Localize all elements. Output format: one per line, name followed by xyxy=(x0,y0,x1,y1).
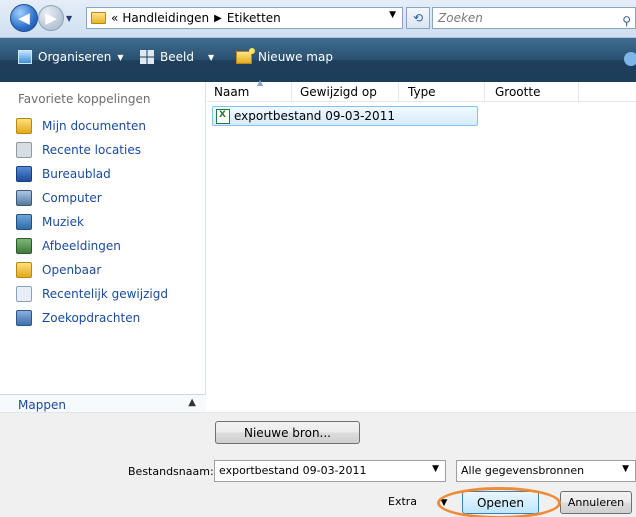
sort-ascending-icon: ▲ xyxy=(257,78,264,87)
column-separator[interactable] xyxy=(578,82,579,102)
filename-field[interactable]: exportbestand 09-03-2011 ▼ xyxy=(214,460,446,482)
sidebar-item-label: Computer xyxy=(42,191,102,205)
chevron-down-icon[interactable]: ▼ xyxy=(622,464,629,474)
music-icon xyxy=(16,214,32,230)
breadcrumb-current[interactable]: Etiketten xyxy=(227,11,281,25)
excel-file-icon xyxy=(216,108,230,124)
column-separator[interactable] xyxy=(484,82,485,102)
sidebar-item-label: Openbaar xyxy=(42,263,102,277)
new-folder-label: Nieuwe map xyxy=(258,50,333,64)
favorites-list: Mijn documenten Recente locaties Bureaub… xyxy=(16,114,168,330)
folders-toggle[interactable]: Mappen ▲ xyxy=(0,394,206,414)
folder-icon xyxy=(16,262,32,278)
refresh-icon: ⟲ xyxy=(412,11,424,25)
forward-arrow-icon: ▶ xyxy=(45,9,57,27)
search-icon[interactable]: ⚲ xyxy=(622,11,631,31)
cancel-button[interactable]: Annuleren xyxy=(560,491,632,514)
forward-button[interactable]: ▶ xyxy=(38,5,64,31)
column-separator[interactable] xyxy=(291,82,292,102)
sidebar-item-recentelijk-gewijzigd[interactable]: Recentelijk gewijzigd xyxy=(16,282,168,306)
help-icon[interactable] xyxy=(624,52,636,66)
new-folder-button[interactable]: Nieuwe map xyxy=(236,47,333,64)
folder-icon xyxy=(16,118,32,134)
sidebar-item-label: Afbeeldingen xyxy=(42,239,121,253)
back-button[interactable]: ◀ xyxy=(10,4,38,32)
recent-places-icon xyxy=(16,142,32,158)
sidebar-item-muziek[interactable]: Muziek xyxy=(16,210,168,234)
breadcrumb-parent[interactable]: Handleidingen xyxy=(122,11,209,25)
new-folder-icon xyxy=(236,47,255,64)
sidebar-item-label: Zoekopdrachten xyxy=(42,311,141,325)
chevron-down-icon: ▼ xyxy=(117,52,124,62)
new-source-button[interactable]: Nieuwe bron... xyxy=(215,421,360,444)
desktop-icon xyxy=(16,166,32,182)
navigation-pane: Favoriete koppelingen Mijn documenten Re… xyxy=(0,82,206,414)
extra-label: Extra xyxy=(388,495,418,508)
searches-icon xyxy=(16,310,32,326)
chevron-right-icon[interactable]: ▶ xyxy=(214,13,222,24)
chevron-down-icon: ▼ xyxy=(207,52,215,62)
folders-label: Mappen xyxy=(18,398,66,412)
file-name: exportbestand 09-03-2011 xyxy=(234,109,395,123)
chevron-up-icon: ▲ xyxy=(188,397,196,408)
column-name[interactable]: Naam xyxy=(214,85,249,99)
column-type[interactable]: Type xyxy=(408,85,436,99)
sidebar-item-recente-locaties[interactable]: Recente locaties xyxy=(16,138,168,162)
filetype-select[interactable]: Alle gegevensbronnen ▼ xyxy=(456,460,636,482)
favorites-title: Favoriete koppelingen xyxy=(18,92,151,106)
filename-label: Bestandsnaam: xyxy=(128,465,214,478)
file-list-pane: ▲ Naam Gewijzigd op Type Grootte exportb… xyxy=(207,78,636,412)
sidebar-item-computer[interactable]: Computer xyxy=(16,186,168,210)
chevron-down-icon[interactable]: ▼ xyxy=(389,10,396,20)
sidebar-item-label: Recente locaties xyxy=(42,143,141,157)
search-input[interactable]: Zoeken ⚲ xyxy=(432,7,636,29)
chevron-left-icon: « xyxy=(111,11,119,25)
sidebar-item-bureaublad[interactable]: Bureaublad xyxy=(16,162,168,186)
chevron-down-icon[interactable]: ▼ xyxy=(432,464,439,474)
address-bar: ◀ ▶ ▼ « Handleidingen ▶ Etiketten ▼ ⟲ Zo… xyxy=(0,0,636,38)
sidebar-item-label: Bureaublad xyxy=(42,167,111,181)
pictures-icon xyxy=(16,238,32,254)
recent-pages-dropdown[interactable]: ▼ xyxy=(66,14,72,23)
recently-changed-icon xyxy=(16,286,32,302)
column-header-row: ▲ Naam Gewijzigd op Type Grootte xyxy=(207,78,636,102)
column-modified[interactable]: Gewijzigd op xyxy=(300,85,377,99)
filetype-value: Alle gegevensbronnen xyxy=(461,464,585,477)
search-placeholder: Zoeken xyxy=(438,11,483,25)
back-arrow-icon: ◀ xyxy=(18,9,30,27)
organize-label: Organiseren xyxy=(38,50,112,64)
file-row[interactable]: exportbestand 09-03-2011 xyxy=(212,106,478,126)
computer-icon xyxy=(16,190,32,206)
view-label: Beeld xyxy=(160,50,194,64)
sidebar-item-openbaar[interactable]: Openbaar xyxy=(16,258,168,282)
sidebar-item-label: Recentelijk gewijzigd xyxy=(42,287,168,301)
filename-value: exportbestand 09-03-2011 xyxy=(219,464,367,477)
folder-icon xyxy=(91,12,106,24)
organize-menu[interactable]: Organiseren ▼ xyxy=(18,50,124,64)
sidebar-item-label: Mijn documenten xyxy=(42,119,146,133)
refresh-button[interactable]: ⟲ xyxy=(406,7,430,29)
sidebar-item-afbeeldingen[interactable]: Afbeeldingen xyxy=(16,234,168,258)
view-grid-icon xyxy=(140,50,154,64)
sidebar-item-zoekopdrachten[interactable]: Zoekopdrachten xyxy=(16,306,168,330)
view-menu[interactable]: Beeld ▼ xyxy=(140,50,214,64)
organize-icon xyxy=(18,50,32,64)
column-size[interactable]: Grootte xyxy=(495,85,540,99)
column-separator[interactable] xyxy=(398,82,399,102)
breadcrumb[interactable]: « Handleidingen ▶ Etiketten ▼ xyxy=(86,7,403,29)
highlight-ellipse xyxy=(437,487,561,517)
sidebar-item-label: Muziek xyxy=(42,215,84,229)
command-toolbar: Organiseren ▼ Beeld ▼ Nieuwe map xyxy=(0,38,636,82)
sidebar-item-mijn-documenten[interactable]: Mijn documenten xyxy=(16,114,168,138)
